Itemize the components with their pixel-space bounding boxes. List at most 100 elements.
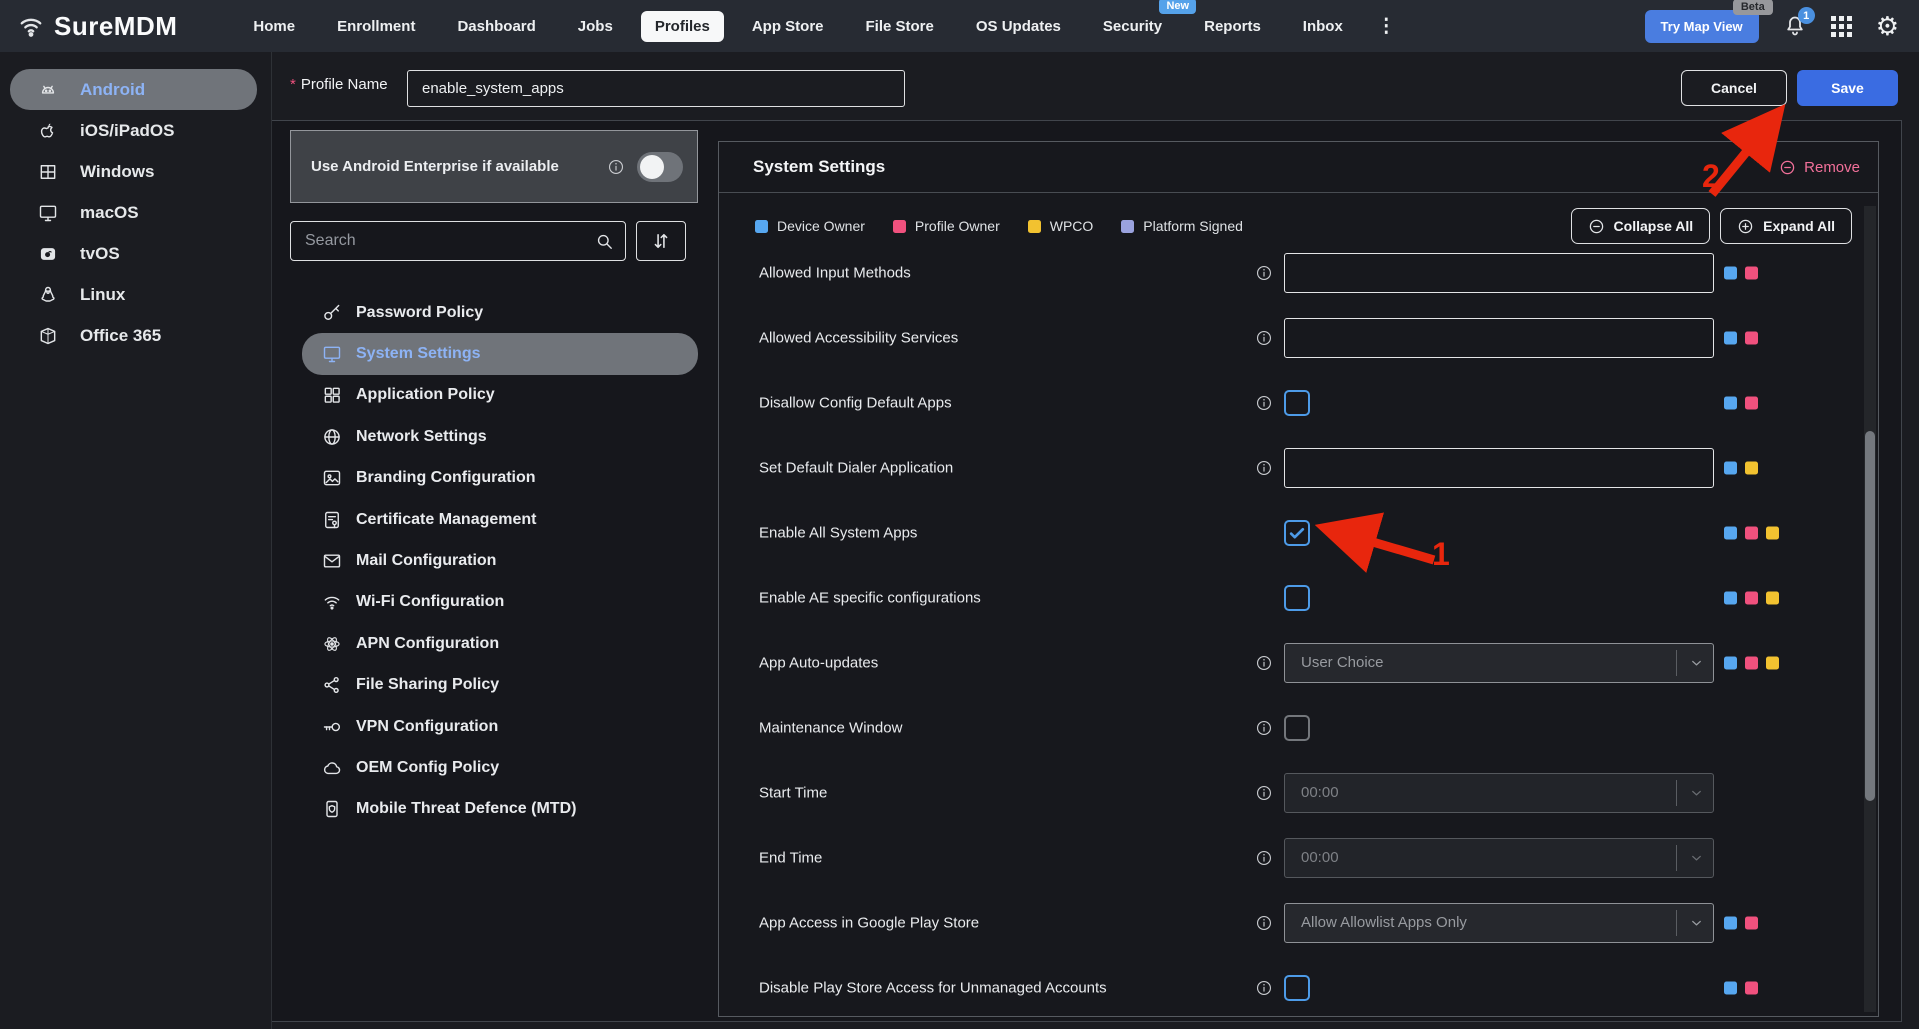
owner-type-chips	[1724, 526, 1779, 539]
info-icon[interactable]	[1255, 459, 1273, 477]
sidebar-item-ios-ipados[interactable]: iOS/iPadOS	[10, 110, 257, 151]
policy-item-password-policy[interactable]: Password Policy	[302, 292, 698, 333]
tab-home[interactable]: Home	[239, 11, 309, 42]
sidebar-item-linux[interactable]: Linux	[10, 274, 257, 315]
setting-dropdown[interactable]: User Choice	[1284, 643, 1714, 683]
policy-item-apn-configuration[interactable]: APN Configuration	[302, 623, 698, 664]
legend-platform-signed: Platform Signed	[1121, 218, 1243, 234]
policy-item-certificate-management[interactable]: Certificate Management	[302, 499, 698, 540]
info-icon[interactable]	[1255, 719, 1273, 737]
platform-label: tvOS	[80, 244, 120, 264]
policy-item-branding-configuration[interactable]: Branding Configuration	[302, 458, 698, 499]
tab-enrollment[interactable]: Enrollment	[323, 11, 429, 42]
tab-app-store[interactable]: App Store	[738, 11, 838, 42]
tab-security[interactable]: SecurityNew	[1089, 11, 1176, 42]
policy-item-file-sharing-policy[interactable]: File Sharing Policy	[302, 665, 698, 706]
chip-blue	[1724, 591, 1737, 604]
tab-os-updates[interactable]: OS Updates	[962, 11, 1075, 42]
scrollbar-thumb[interactable]	[1865, 431, 1875, 801]
chip-blue	[1724, 656, 1737, 669]
policy-item-oem-config-policy[interactable]: OEM Config Policy	[302, 747, 698, 788]
annotation-step-2: 2	[1702, 158, 1720, 195]
info-icon[interactable]	[1255, 329, 1273, 347]
setting-checkbox[interactable]	[1284, 975, 1310, 1001]
policy-item-vpn-configuration[interactable]: VPN Configuration	[302, 706, 698, 747]
sidebar-item-android[interactable]: Android	[10, 69, 257, 110]
tab-profiles[interactable]: Profiles	[641, 11, 724, 42]
info-icon[interactable]	[1255, 394, 1273, 412]
panel-scrollbar[interactable]	[1864, 206, 1876, 1012]
setting-checkbox[interactable]	[1284, 390, 1310, 416]
policy-label: File Sharing Policy	[356, 676, 499, 694]
profile-name-input[interactable]	[407, 70, 905, 107]
info-icon[interactable]	[1255, 849, 1273, 867]
chip-pink	[1745, 331, 1758, 344]
certificate-icon	[322, 510, 342, 530]
policy-label: APN Configuration	[356, 635, 499, 653]
chip-blue	[1724, 916, 1737, 929]
setting-text-input[interactable]	[1284, 318, 1714, 358]
more-menu-icon[interactable]: ⋮	[1371, 15, 1402, 38]
tab-label: File Store	[866, 18, 934, 35]
chip-blue	[1724, 461, 1737, 474]
policy-item-mobile-threat-defence-mtd[interactable]: Mobile Threat Defence (MTD)	[302, 789, 698, 830]
chip-pink	[1745, 526, 1758, 539]
sidebar-item-office-365[interactable]: Office 365	[10, 315, 257, 356]
info-icon[interactable]	[607, 158, 625, 176]
owner-type-chips	[1724, 266, 1758, 279]
info-icon[interactable]	[1255, 914, 1273, 932]
sort-button[interactable]	[636, 221, 686, 261]
setting-text-input[interactable]	[1284, 253, 1714, 293]
policy-item-wi-fi-configuration[interactable]: Wi-Fi Configuration	[302, 582, 698, 623]
setting-label: Enable AE specific configurations	[759, 589, 981, 606]
save-button[interactable]: Save	[1797, 70, 1898, 106]
ae-toggle-label: Use Android Enterprise if available	[311, 158, 559, 175]
expand-all-button[interactable]: Expand All	[1720, 208, 1852, 244]
app-logo[interactable]: SureMDM	[18, 11, 177, 42]
chip-pink	[1745, 916, 1758, 929]
policy-item-system-settings[interactable]: System Settings	[302, 333, 698, 374]
policy-label: Certificate Management	[356, 511, 537, 529]
cancel-button[interactable]: Cancel	[1681, 70, 1787, 106]
setting-dropdown[interactable]: Allow Allowlist Apps Only	[1284, 903, 1714, 943]
setting-dropdown[interactable]: 00:00	[1284, 773, 1714, 813]
policy-label: Wi-Fi Configuration	[356, 593, 504, 611]
tab-file-store[interactable]: File Store	[852, 11, 948, 42]
sidebar-item-tvos[interactable]: tvOS	[10, 233, 257, 274]
setting-dropdown[interactable]: 00:00	[1284, 838, 1714, 878]
settings-gear-icon[interactable]: ⚙	[1876, 13, 1899, 39]
policy-item-application-policy[interactable]: Application Policy	[302, 375, 698, 416]
info-icon[interactable]	[1255, 654, 1273, 672]
ae-toggle-switch[interactable]	[637, 152, 683, 182]
tab-dashboard[interactable]: Dashboard	[443, 11, 549, 42]
setting-label: Maintenance Window	[759, 719, 902, 736]
tab-jobs[interactable]: Jobs	[564, 11, 627, 42]
owner-type-legend: Device OwnerProfile OwnerWPCOPlatform Si…	[755, 218, 1243, 234]
setting-checkbox[interactable]	[1284, 585, 1310, 611]
info-icon[interactable]	[1255, 784, 1273, 802]
try-map-view-button[interactable]: Try Map View Beta	[1645, 10, 1759, 43]
tab-inbox[interactable]: Inbox	[1289, 11, 1357, 42]
policy-search	[290, 221, 626, 261]
info-icon[interactable]	[1255, 979, 1273, 997]
collapse-all-button[interactable]: Collapse All	[1571, 208, 1711, 244]
policy-label: VPN Configuration	[356, 718, 498, 736]
sidebar-item-macos[interactable]: macOS	[10, 192, 257, 233]
policy-item-network-settings[interactable]: Network Settings	[302, 416, 698, 457]
setting-checkbox[interactable]	[1284, 715, 1310, 741]
chip-pink	[1745, 656, 1758, 669]
search-input[interactable]	[291, 232, 595, 250]
setting-text-input[interactable]	[1284, 448, 1714, 488]
info-icon[interactable]	[1255, 264, 1273, 282]
setting-checkbox-checked[interactable]	[1284, 520, 1310, 546]
app-grid-icon[interactable]	[1831, 16, 1852, 37]
chevron-down-icon	[1689, 850, 1704, 865]
dropdown-divider	[1676, 650, 1677, 676]
office-icon	[38, 326, 58, 346]
new-badge: New	[1159, 0, 1196, 14]
policy-item-mail-configuration[interactable]: Mail Configuration	[302, 540, 698, 581]
tab-reports[interactable]: Reports	[1190, 11, 1275, 42]
notifications-button[interactable]: 1	[1783, 14, 1807, 38]
share-icon	[322, 675, 342, 695]
sidebar-item-windows[interactable]: Windows	[10, 151, 257, 192]
